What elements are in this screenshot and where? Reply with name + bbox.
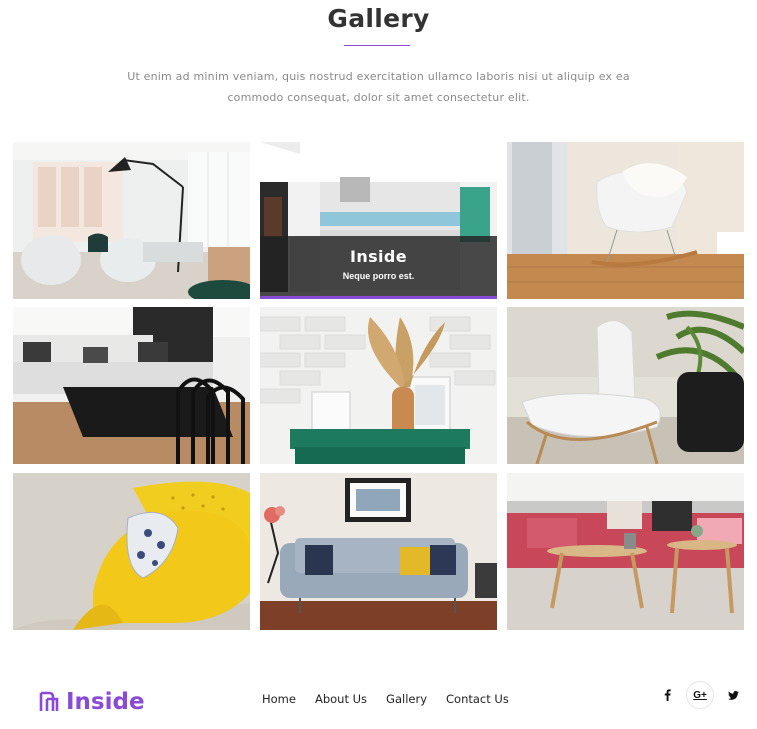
gallery-image <box>13 142 250 299</box>
gallery-item-living-room[interactable] <box>13 142 250 299</box>
brand-logo-icon <box>39 691 59 711</box>
gallery-item-yellow-armchair[interactable] <box>13 473 250 630</box>
gallery-item-overlay: Inside Neque porro est. <box>260 236 497 296</box>
twitter-icon[interactable] <box>720 682 746 708</box>
facebook-icon[interactable] <box>654 682 680 708</box>
twitter-glyph <box>727 690 739 700</box>
active-indicator <box>260 296 497 299</box>
gallery-item-sofa-table[interactable] <box>13 307 250 464</box>
nav-contact-us[interactable]: Contact Us <box>446 692 509 706</box>
gallery-item-grey-sofa[interactable] <box>260 473 497 630</box>
gallery-image <box>13 473 250 630</box>
gallery-item-white-chair[interactable] <box>507 307 744 464</box>
footer-nav: Home About Us Gallery Contact Us <box>262 692 509 706</box>
nav-about-us[interactable]: About Us <box>315 692 367 706</box>
gallery-item-plant-vase[interactable] <box>260 307 497 464</box>
brand-logo[interactable]: Inside <box>38 689 145 715</box>
gallery-image <box>13 307 250 464</box>
overlay-subtitle: Neque porro est. <box>342 271 415 281</box>
gallery-item-pink-sofa[interactable] <box>507 473 744 630</box>
gallery-item-rocking-chair[interactable] <box>507 142 744 299</box>
gallery-grid: Inside Neque porro est. <box>0 0 757 640</box>
facebook-glyph <box>664 689 671 701</box>
google-plus-icon[interactable]: G+ <box>686 681 714 709</box>
overlay-title: Inside <box>349 247 408 266</box>
gallery-item-kitchen[interactable]: Inside Neque porro est. <box>260 142 497 299</box>
brand-name: Inside <box>66 689 145 715</box>
nav-home[interactable]: Home <box>262 692 296 706</box>
gallery-image <box>260 473 497 630</box>
social-links: G+ <box>654 681 746 709</box>
gallery-image <box>507 473 744 630</box>
gallery-image <box>260 307 497 464</box>
gallery-image <box>507 307 744 464</box>
google-plus-label: G+ <box>693 689 707 701</box>
nav-gallery[interactable]: Gallery <box>386 692 427 706</box>
site-footer: Inside Home About Us Gallery Contact Us … <box>0 672 757 729</box>
gallery-image <box>507 142 744 299</box>
